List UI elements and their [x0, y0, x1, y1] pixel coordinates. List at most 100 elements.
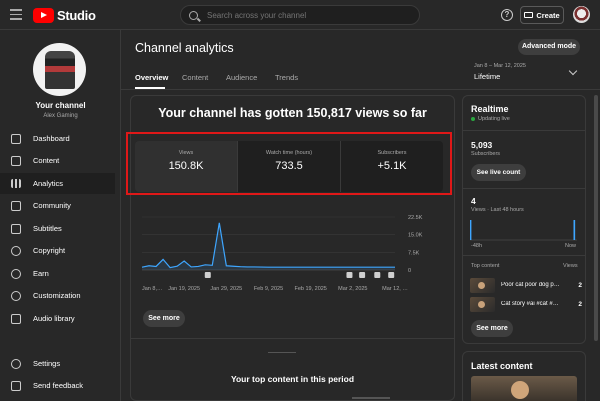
video-views: 2 [578, 300, 582, 308]
sidebar-item-audio-library[interactable]: Audio library [0, 308, 115, 329]
video-marker-icon[interactable] [388, 272, 395, 278]
sidebar-item-label: Community [33, 201, 71, 210]
top-content-title: Your top content in this period [230, 374, 355, 384]
logo-text: Studio [57, 7, 96, 23]
gear-icon [11, 358, 21, 369]
live-dot-icon [471, 117, 475, 121]
x-tick-label: Jan 19, 2025 [168, 286, 200, 292]
chevron-down-icon[interactable] [568, 66, 578, 76]
see-live-count-button[interactable]: See live count [471, 164, 526, 181]
video-marker-icon[interactable] [374, 272, 381, 278]
community-icon [11, 200, 21, 211]
sidebar-item-content[interactable]: Content [0, 150, 115, 171]
your-channel-title: Your channel [35, 101, 86, 110]
views-line-chart[interactable]: 22.5K 15.0K 7.5K 0 Jan 8,… Jan 19, 2025 Jan 29… [130, 205, 455, 300]
divider [462, 130, 586, 131]
highlight-box [126, 132, 452, 195]
video-marker-icon[interactable] [204, 272, 211, 278]
x-tick-label: Jan 8,… [142, 286, 162, 292]
realtime-subscribers-label: Subscribers [471, 151, 501, 157]
mini-axis-end: Now [565, 243, 577, 249]
x-tick-label: Mar 2, 2025 [338, 286, 367, 292]
account-avatar[interactable] [573, 6, 590, 23]
audio-library-icon [11, 313, 21, 324]
search-bar[interactable] [180, 5, 420, 25]
sidebar-item-label: Audio library [33, 314, 75, 323]
x-tick-label: Feb 9, 2025 [254, 286, 283, 292]
latest-video-thumbnail[interactable] [471, 376, 577, 401]
sidebar-item-send-feedback[interactable]: Send feedback [0, 375, 115, 396]
create-button[interactable]: Create [520, 6, 564, 24]
sidebar: Your channel Alex Gaming Dashboard Conte… [0, 30, 121, 401]
customization-icon [11, 290, 21, 301]
search-input[interactable] [207, 10, 407, 20]
divider [121, 89, 600, 90]
sidebar-item-label: Customization [33, 291, 81, 300]
sidebar-item-customization[interactable]: Customization [0, 285, 115, 306]
divider [462, 255, 586, 256]
sidebar-item-settings[interactable]: Settings [0, 353, 115, 374]
feedback-icon [11, 380, 21, 391]
subtitles-icon [11, 223, 21, 234]
sidebar-item-label: Earn [33, 269, 49, 278]
earn-icon [11, 268, 21, 279]
realtime-see-more-button[interactable]: See more [471, 320, 513, 337]
realtime-status: Updating live [471, 116, 510, 122]
studio-logo[interactable]: Studio [33, 7, 96, 23]
sidebar-item-label: Copyright [33, 246, 66, 255]
sidebar-item-label: Settings [33, 359, 61, 368]
menu-icon[interactable] [10, 9, 22, 21]
sidebar-item-label: Subtitles [33, 224, 62, 233]
sidebar-item-label: Content [33, 156, 60, 165]
video-marker-icon[interactable] [346, 272, 353, 278]
date-range-text[interactable]: Jan 8 – Mar 12, 2025 [474, 63, 526, 69]
realtime-title: Realtime [471, 104, 509, 114]
advanced-mode-button[interactable]: Advanced mode [518, 39, 580, 55]
tab-audience[interactable]: Audience [226, 73, 257, 82]
realtime-views-bar-chart[interactable] [469, 216, 579, 242]
youtube-logo-icon [33, 7, 54, 23]
mini-axis-start: -48h [471, 243, 483, 249]
channel-avatar[interactable] [33, 43, 86, 96]
video-title: Cat story #ai #cat #… [501, 301, 559, 307]
page-title: Channel analytics [135, 41, 234, 55]
series-line[interactable] [141, 222, 395, 269]
tab-overview[interactable]: Overview [135, 73, 168, 82]
realtime-subscribers: 5,093 [471, 140, 493, 150]
loading-placeholder [352, 397, 390, 399]
dashboard-icon [11, 133, 21, 144]
video-marker-icon[interactable] [359, 272, 366, 278]
sidebar-item-dashboard[interactable]: Dashboard [0, 128, 115, 149]
content-icon [11, 155, 21, 166]
top-content-views-label: Views [563, 263, 578, 269]
realtime-status-text: Updating live [478, 116, 510, 122]
divider [462, 188, 586, 189]
sidebar-item-community[interactable]: Community [0, 195, 115, 216]
views-headline: Your channel has gotten 150,817 views so… [158, 106, 427, 120]
video-title: Poor cat poor dog p… [501, 282, 560, 288]
date-range-label[interactable]: Lifetime [474, 72, 500, 81]
mini-bar[interactable] [573, 220, 576, 240]
sidebar-item-earn[interactable]: Earn [0, 263, 115, 284]
y-tick-label: 7.5K [408, 250, 420, 256]
sidebar-item-subtitles[interactable]: Subtitles [0, 218, 115, 239]
x-tick-label: Feb 19, 2025 [294, 286, 326, 292]
see-more-button[interactable]: See more [143, 310, 185, 327]
video-camera-icon [524, 12, 534, 18]
realtime-views: 4 [471, 196, 476, 206]
help-icon[interactable]: ? [501, 9, 513, 21]
sidebar-item-copyright[interactable]: Copyright [0, 240, 115, 261]
loading-placeholder [268, 352, 296, 353]
y-tick-label: 15.0K [408, 233, 423, 239]
sidebar-item-analytics[interactable]: Analytics [0, 173, 115, 194]
video-thumbnail [470, 277, 495, 293]
divider [130, 338, 455, 339]
analytics-icon [11, 179, 21, 188]
tab-trends[interactable]: Trends [275, 73, 298, 82]
top-content-item[interactable]: Poor cat poor dog p… 2 [470, 277, 582, 293]
mini-bar[interactable] [470, 220, 472, 240]
scrollbar[interactable] [594, 95, 598, 341]
top-content-item[interactable]: Cat story #ai #cat #… 2 [470, 296, 582, 312]
tab-content[interactable]: Content [182, 73, 208, 82]
search-icon[interactable] [189, 10, 198, 20]
